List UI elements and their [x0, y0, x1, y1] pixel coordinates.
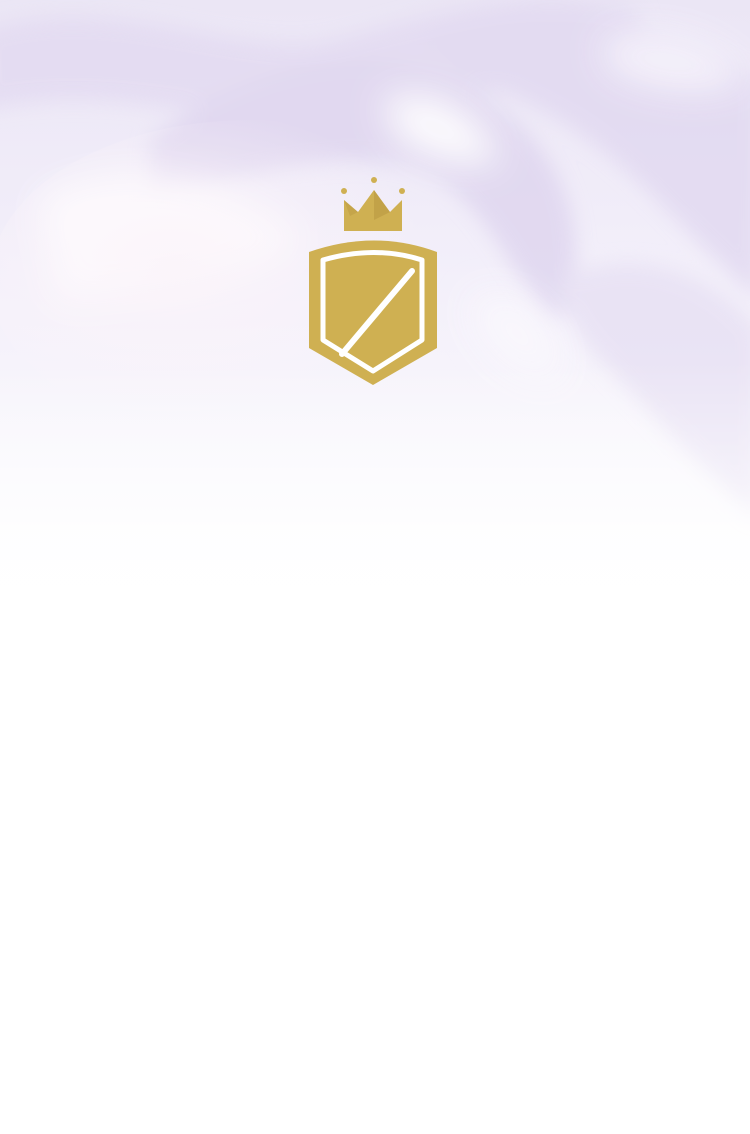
brand-logo — [300, 172, 450, 392]
crown-icon — [341, 177, 405, 231]
shield-icon — [309, 240, 437, 385]
splash-screen — [0, 0, 750, 1134]
